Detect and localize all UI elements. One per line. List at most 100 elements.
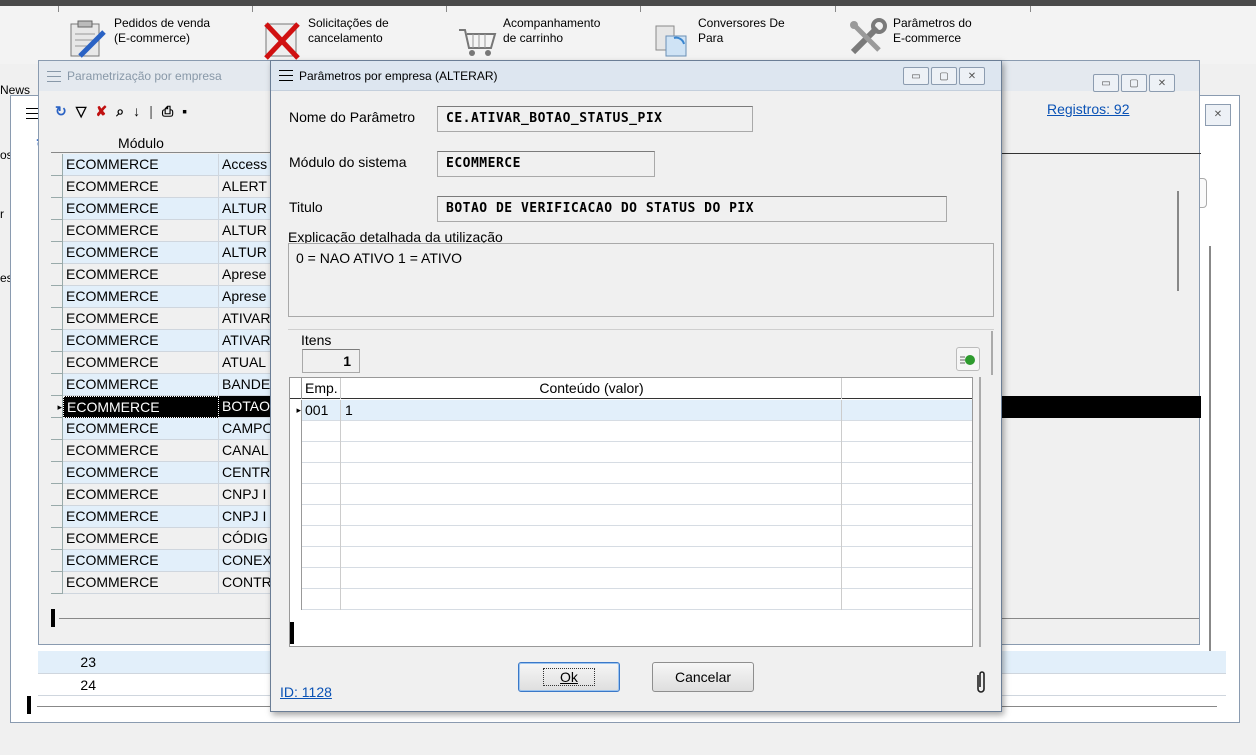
refresh-icon[interactable]: ↻ xyxy=(55,103,67,120)
table-row[interactable]: ECOMMERCE CONEX xyxy=(63,550,271,572)
maximize-icon[interactable]: ▢ xyxy=(931,67,957,85)
close-icon[interactable]: ✕ xyxy=(1205,104,1231,126)
cancel-button[interactable]: Cancelar xyxy=(652,662,754,692)
table-row[interactable]: ECOMMERCE CÓDIG xyxy=(63,528,271,550)
table-row[interactable]: ECOMMERCE ALTUR xyxy=(63,220,271,242)
cell-conteudo: 1 xyxy=(342,400,842,421)
minimize-icon[interactable]: ▭ xyxy=(1093,74,1119,92)
row-indicator[interactable]: ▸ xyxy=(290,400,302,421)
row-indicator[interactable] xyxy=(290,421,302,442)
row-indicator[interactable] xyxy=(51,506,63,528)
column-header-modulo[interactable]: Módulo xyxy=(63,133,219,153)
sort-az-icon[interactable]: ↓ xyxy=(133,103,140,120)
menu-icon[interactable] xyxy=(47,70,61,82)
registros-count[interactable]: Registros: 92 xyxy=(1047,101,1129,117)
row-indicator[interactable] xyxy=(51,176,63,198)
item-row[interactable] xyxy=(290,484,972,505)
row-indicator[interactable] xyxy=(290,547,302,568)
row-indicator[interactable] xyxy=(290,463,302,484)
row-indicator[interactable] xyxy=(290,568,302,589)
row-indicator[interactable] xyxy=(51,572,63,594)
table-row[interactable]: ECOMMERCE ALERT xyxy=(63,176,271,198)
row-indicator[interactable] xyxy=(51,374,63,396)
row-indicator[interactable] xyxy=(51,286,63,308)
row-indicator[interactable] xyxy=(51,440,63,462)
cell-modulo: ECOMMERCE xyxy=(63,330,219,352)
row-indicator[interactable] xyxy=(290,442,302,463)
toolbar-solicitacoes-cancelamento[interactable]: Solicitações de cancelamento xyxy=(260,16,389,64)
toolbar-pedidos-venda[interactable]: Pedidos de venda (E-commerce) xyxy=(66,16,210,64)
print-icon[interactable]: ⎙ xyxy=(162,103,173,120)
row-indicator[interactable] xyxy=(290,484,302,505)
close-icon[interactable]: ✕ xyxy=(1149,74,1175,92)
item-row[interactable] xyxy=(290,568,972,589)
row-indicator[interactable] xyxy=(290,589,302,610)
filter-icon[interactable]: ▽ xyxy=(76,103,87,120)
item-row[interactable] xyxy=(290,463,972,484)
item-row[interactable] xyxy=(290,547,972,568)
table-row[interactable]: ECOMMERCE CNPJ I xyxy=(63,484,271,506)
table-row[interactable]: ECOMMERCE Aprese xyxy=(63,264,271,286)
toolbar-label: Pedidos de venda (E-commerce) xyxy=(114,16,211,45)
item-row[interactable] xyxy=(290,442,972,463)
row-indicator[interactable] xyxy=(51,198,63,220)
table-row[interactable]: ECOMMERCE ATIVAR xyxy=(63,308,271,330)
row-indicator[interactable] xyxy=(51,330,63,352)
table-row[interactable]: ECOMMERCE CENTR xyxy=(63,462,271,484)
row-indicator[interactable] xyxy=(51,484,63,506)
minimize-icon[interactable]: ▭ xyxy=(903,67,929,85)
row-indicator[interactable] xyxy=(51,264,63,286)
vscroll[interactable] xyxy=(1177,191,1179,291)
close-icon[interactable]: ✕ xyxy=(959,67,985,85)
menu-icon[interactable] xyxy=(279,70,293,81)
table-row[interactable]: ECOMMERCE Access xyxy=(63,154,271,176)
table-row[interactable]: ECOMMERCE CAMPO xyxy=(63,418,271,440)
table-row[interactable]: ECOMMERCE BANDE xyxy=(63,374,271,396)
row-indicator[interactable] xyxy=(290,526,302,547)
table-row[interactable]: ECOMMERCE ALTUR xyxy=(63,242,271,264)
shopping-cart-icon xyxy=(455,16,499,60)
column-header-conteudo[interactable]: Conteúdo (valor) xyxy=(342,378,842,399)
row-indicator[interactable] xyxy=(51,308,63,330)
row-indicator[interactable] xyxy=(51,462,63,484)
add-item-icon[interactable] xyxy=(956,347,980,371)
item-row[interactable]: ▸ 001 1 xyxy=(290,400,972,421)
table-row[interactable]: ECOMMERCE Aprese xyxy=(63,286,271,308)
table-row[interactable]: ECOMMERCE CNPJ I xyxy=(63,506,271,528)
table-row[interactable]: ECOMMERCE ALTUR xyxy=(63,198,271,220)
row-indicator[interactable] xyxy=(51,418,63,440)
item-row[interactable] xyxy=(290,505,972,526)
item-row[interactable] xyxy=(290,421,972,442)
table-row[interactable]: ECOMMERCE ATIVAR xyxy=(63,330,271,352)
nome-parametro-field[interactable]: CE.ATIVAR_BOTAO_STATUS_PIX xyxy=(437,106,753,132)
item-row[interactable] xyxy=(290,526,972,547)
id-link[interactable]: ID: 1128 xyxy=(280,684,332,700)
find-icon[interactable]: ⌕ xyxy=(116,103,124,120)
item-row[interactable] xyxy=(290,589,972,610)
row-indicator[interactable] xyxy=(51,528,63,550)
maximize-icon[interactable]: ▢ xyxy=(1121,74,1147,92)
table-row[interactable]: ECOMMERCE CANAL xyxy=(63,440,271,462)
row-indicator[interactable] xyxy=(51,550,63,572)
row-indicator[interactable] xyxy=(51,154,63,176)
toolbar-acompanhamento-carrinho[interactable]: Acompanhamento de carrinho xyxy=(455,16,600,64)
save-icon[interactable]: ▪ xyxy=(182,103,187,120)
table-row[interactable]: ECOMMERCE ATUAL xyxy=(63,352,271,374)
sidebar-fragment[interactable]: r xyxy=(0,207,4,221)
modulo-sistema-field[interactable]: ECOMMERCE xyxy=(437,151,655,177)
paperclip-icon[interactable] xyxy=(974,671,988,697)
titulo-field[interactable]: BOTAO DE VERIFICACAO DO STATUS DO PIX xyxy=(437,196,947,222)
row-indicator[interactable] xyxy=(51,242,63,264)
column-header-emp[interactable]: Emp. xyxy=(303,378,341,399)
table-row[interactable]: ECOMMERCE CONTR xyxy=(63,572,271,594)
row-indicator[interactable]: ▸ xyxy=(51,396,63,418)
row-indicator[interactable] xyxy=(290,505,302,526)
ok-button[interactable]: Ok xyxy=(518,662,620,692)
toolbar-conversores[interactable]: Conversores De Para xyxy=(650,16,785,64)
clear-filter-icon[interactable]: ✘ xyxy=(96,103,108,120)
scrollbar[interactable] xyxy=(1209,246,1211,666)
row-indicator[interactable] xyxy=(51,220,63,242)
explicacao-textarea[interactable]: 0 = NAO ATIVO 1 = ATIVO xyxy=(288,243,994,317)
toolbar-parametros-ecommerce[interactable]: Parâmetros do E-commerce xyxy=(845,16,972,64)
row-indicator[interactable] xyxy=(51,352,63,374)
